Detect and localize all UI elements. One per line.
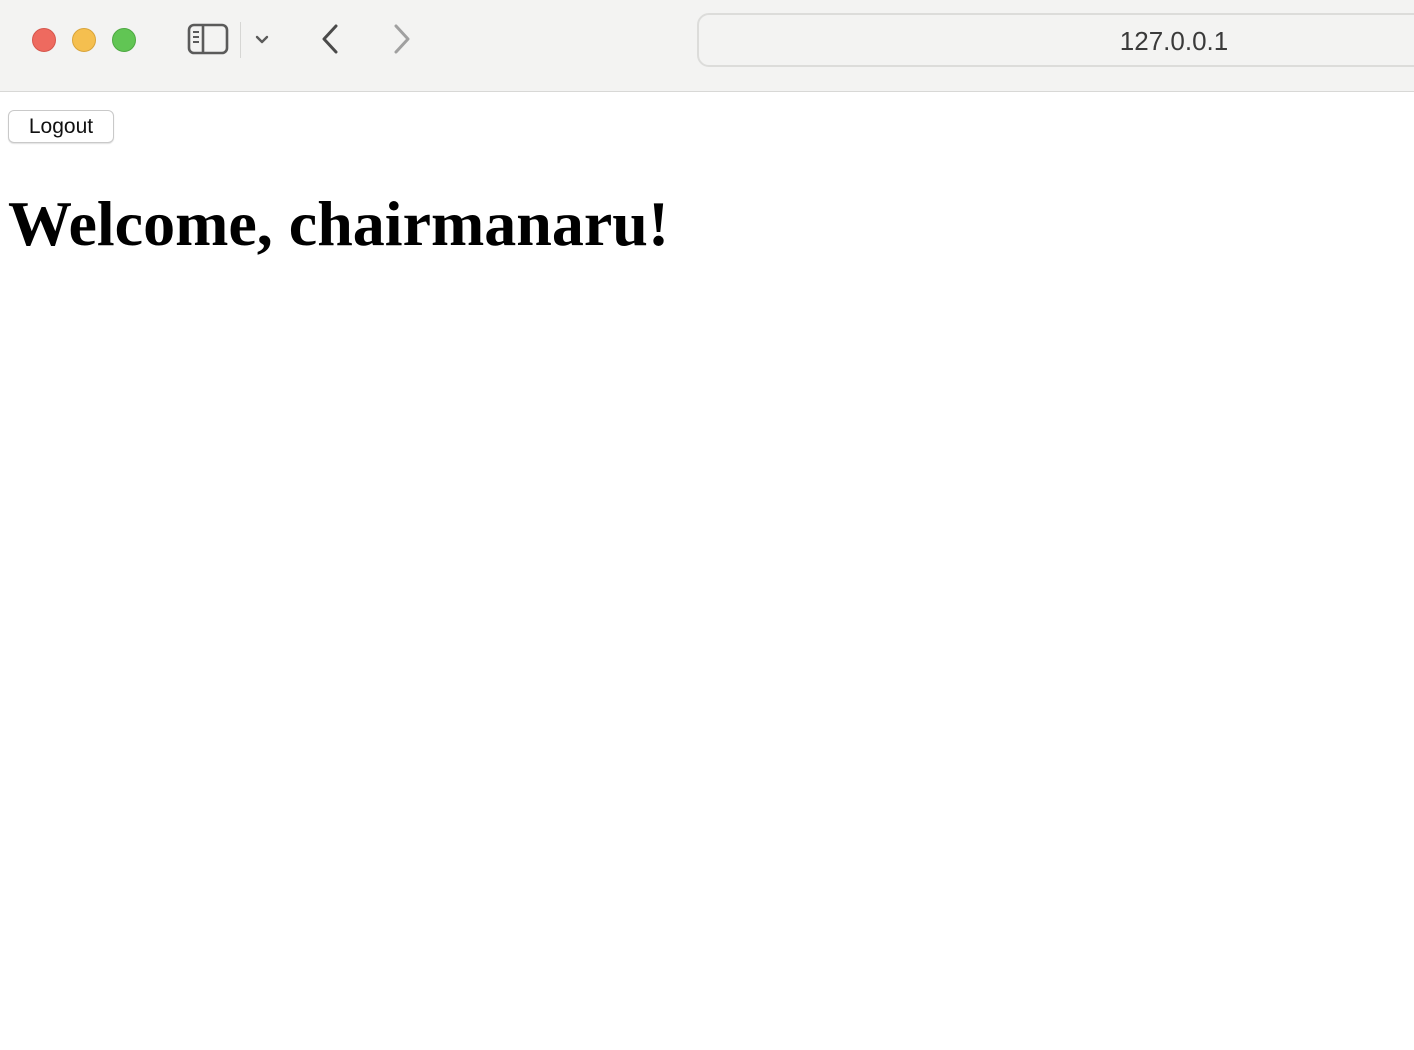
window-minimize-button[interactable]: [72, 28, 96, 52]
chevron-left-icon[interactable]: [316, 22, 344, 56]
window-maximize-button[interactable]: [112, 28, 136, 52]
page-title: Welcome, chairmanaru!: [8, 188, 670, 259]
logout-button[interactable]: Logout: [8, 110, 114, 143]
address-text: 127.0.0.1: [1119, 26, 1229, 56]
chevron-right-icon[interactable]: [388, 22, 416, 56]
sidebar-icon[interactable]: [186, 22, 230, 56]
window-close-button[interactable]: [32, 28, 56, 52]
address-bar[interactable]: 127.0.0.1: [697, 13, 1414, 67]
chevron-down-icon[interactable]: [252, 30, 272, 50]
browser-toolbar: 127.0.0.1: [0, 0, 1414, 92]
toolbar-divider: [240, 22, 241, 58]
